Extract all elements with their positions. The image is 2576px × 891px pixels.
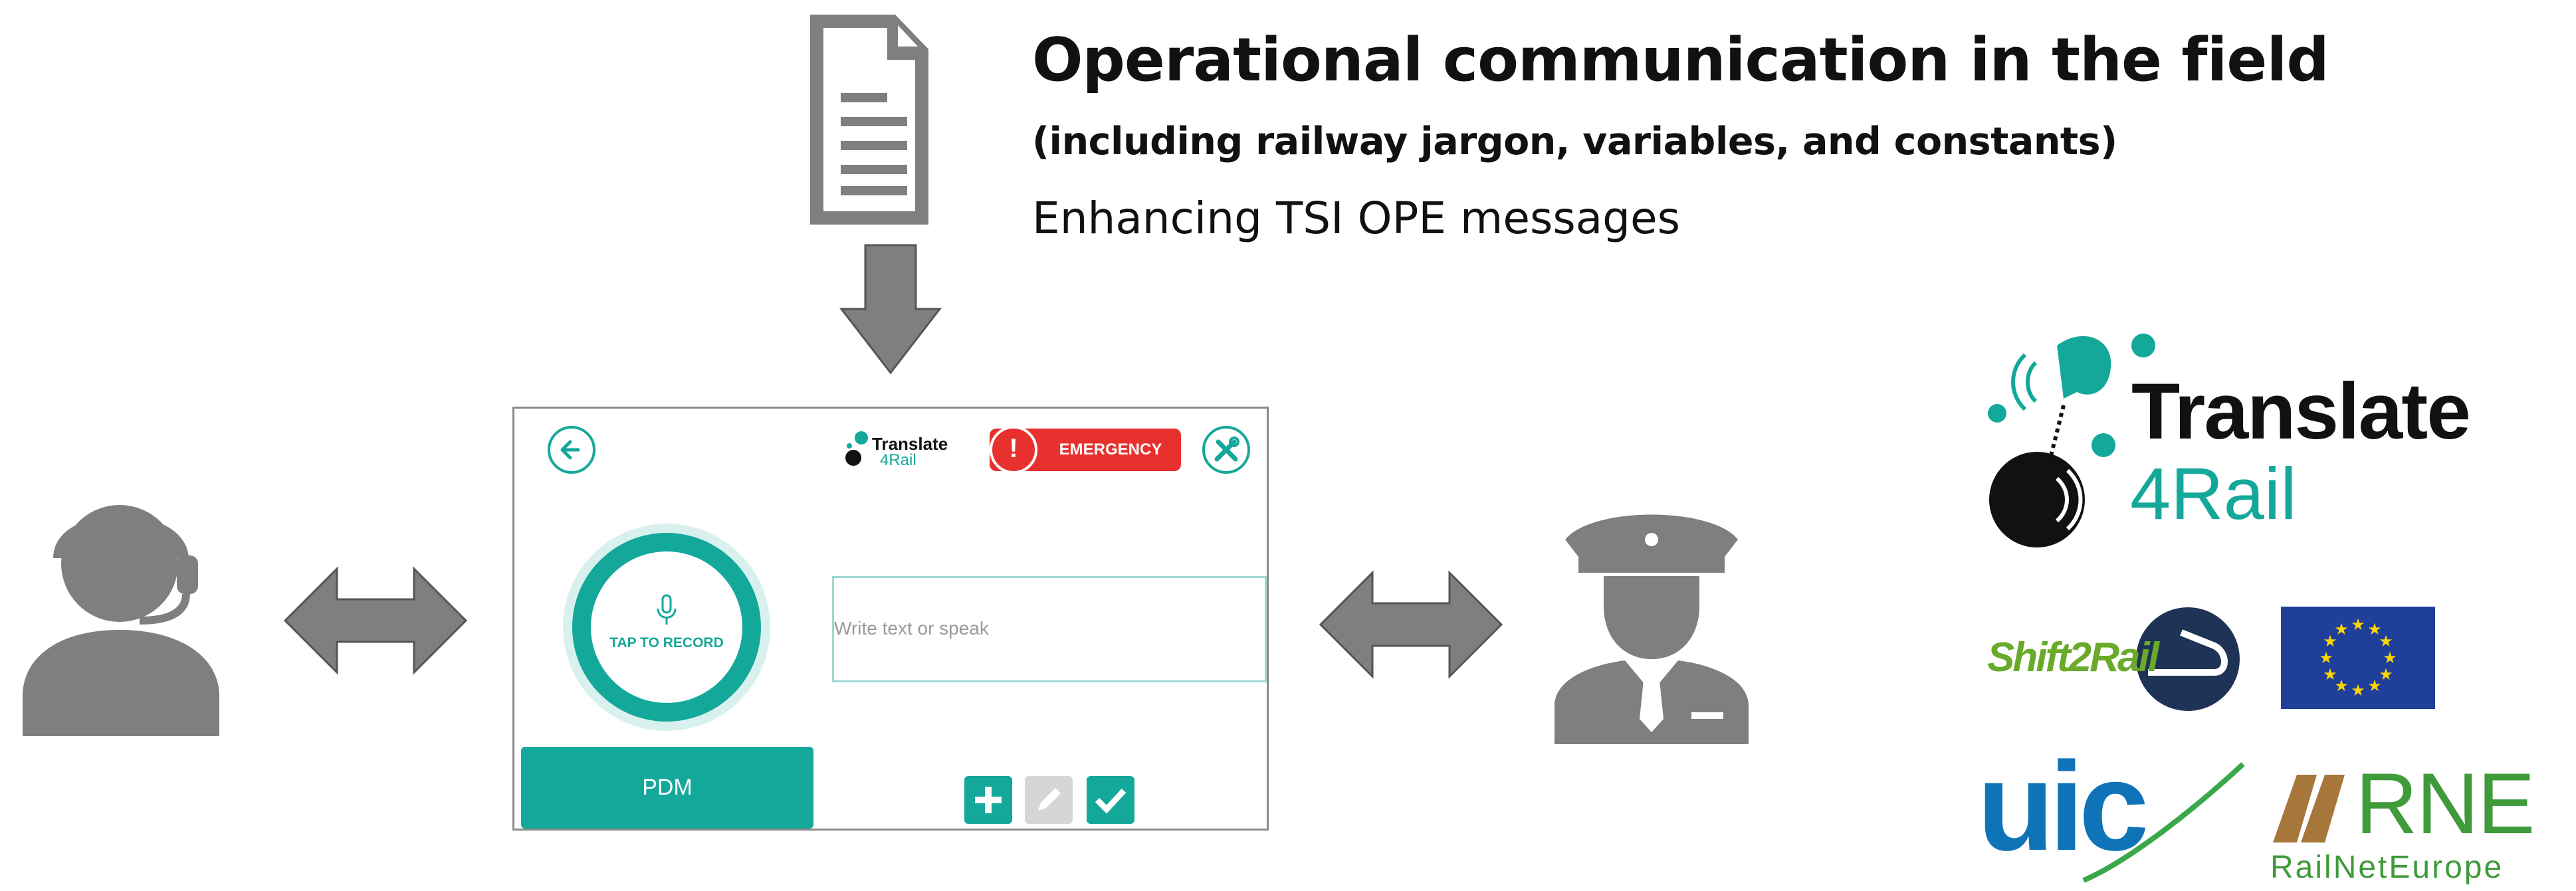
plus-icon <box>975 787 1002 813</box>
emergency-label: EMERGENCY <box>1059 441 1162 458</box>
alert-icon: ! <box>990 426 1037 474</box>
edit-button[interactable] <box>1025 776 1073 824</box>
svg-text:★: ★ <box>2351 615 2365 634</box>
translate4rail-logo: Translate 4Rail <box>1984 326 2516 551</box>
pencil-icon <box>1038 788 1061 811</box>
add-button[interactable] <box>964 776 1012 824</box>
svg-text:★: ★ <box>2383 648 2397 667</box>
operator-headset-icon <box>23 505 219 736</box>
diagram-tagline: Enhancing TSI OPE messages <box>1032 193 1681 244</box>
conductor-icon <box>1555 514 1749 744</box>
pdm-button[interactable]: PDM <box>521 747 813 829</box>
diagram-subtitle: (including railway jargon, variables, an… <box>1032 120 2117 163</box>
eu-flag-icon: ★ ★★ ★★★ ★★★ ★★★ <box>2281 607 2435 709</box>
back-button[interactable] <box>548 426 595 474</box>
translate4rail-logo-small: Translate 4Rail <box>845 429 952 475</box>
emergency-button[interactable]: ! EMERGENCY <box>990 426 1181 474</box>
svg-text:★: ★ <box>2367 676 2382 695</box>
message-input[interactable]: Write text or speak <box>832 576 1267 682</box>
microphone-icon <box>657 594 677 625</box>
shift2rail-logo: Shift2Rail <box>1987 606 2246 712</box>
svg-text:★: ★ <box>2334 620 2349 639</box>
double-arrow-icon <box>1319 570 1503 679</box>
document-icon <box>810 15 928 225</box>
arrow-down-icon <box>839 244 942 375</box>
record-button[interactable]: TAP TO RECORD <box>563 524 770 731</box>
svg-text:★: ★ <box>2319 648 2333 667</box>
app-screen: Translate 4Rail ! EMERGENCY TAP TO RECOR… <box>512 407 1269 831</box>
svg-text:★: ★ <box>2351 681 2365 700</box>
svg-text:★: ★ <box>2323 665 2337 684</box>
confirm-button[interactable] <box>1087 776 1134 824</box>
wrench-icon <box>1214 437 1239 462</box>
uic-logo: uic <box>1977 736 2250 887</box>
diagram-title: Operational communication in the field <box>1032 25 2329 95</box>
rne-logo: RNE RailNetEurope <box>2270 755 2535 885</box>
svg-text:★: ★ <box>2379 632 2393 650</box>
double-arrow-icon <box>283 566 468 675</box>
settings-button[interactable] <box>1202 426 1250 474</box>
record-label: TAP TO RECORD <box>609 635 724 650</box>
check-icon <box>1095 788 1127 814</box>
back-arrow-icon <box>560 440 580 460</box>
input-placeholder: Write text or speak <box>834 618 989 639</box>
